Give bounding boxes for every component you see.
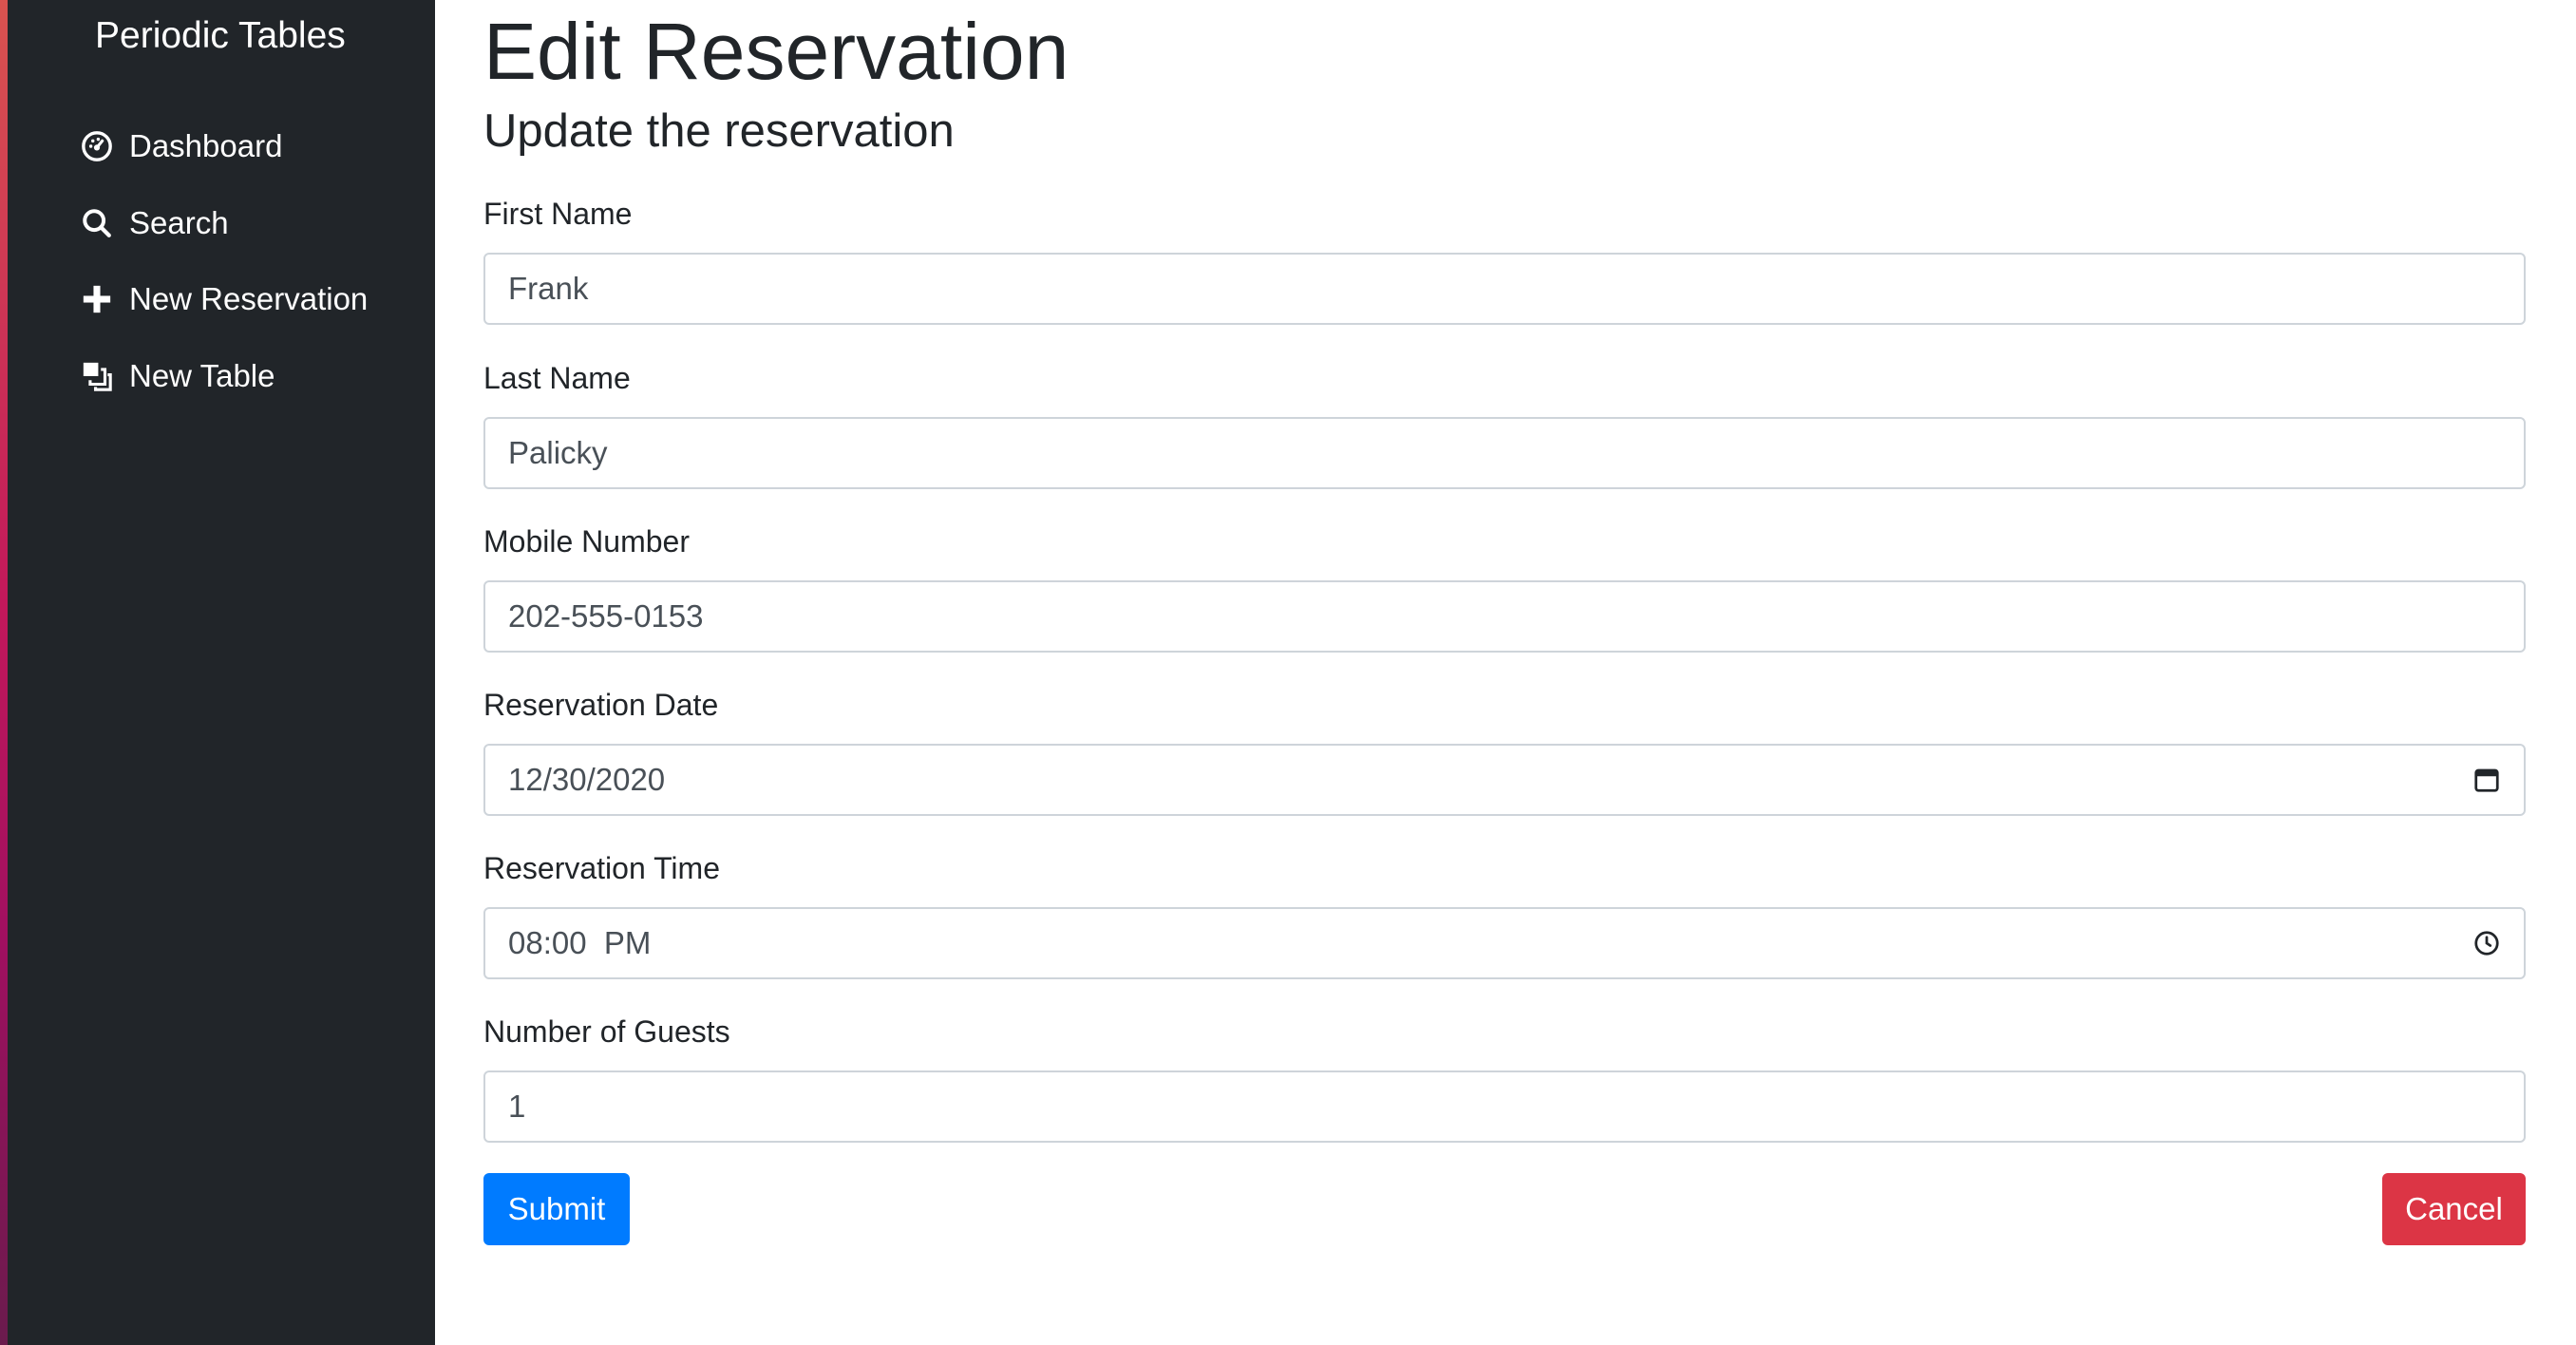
layers-icon xyxy=(80,359,114,393)
plus-icon xyxy=(80,282,114,316)
sidebar-item-label: New Reservation xyxy=(129,281,369,316)
sidebar: Periodic Tables Dashboard Search New Res… xyxy=(0,0,435,1345)
last-name-value: Palicky xyxy=(508,435,608,470)
sidebar-item-new-table[interactable]: New Table xyxy=(80,348,275,405)
reservation-time-label: Reservation Time xyxy=(483,851,720,885)
calendar-icon[interactable] xyxy=(2472,766,2501,794)
mobile-number-value: 202-555-0153 xyxy=(508,598,704,634)
cancel-button[interactable]: Cancel xyxy=(2382,1173,2526,1245)
sidebar-edge-accent xyxy=(0,0,8,1345)
sidebar-item-label: New Table xyxy=(129,358,275,393)
last-name-label: Last Name xyxy=(483,361,631,395)
reservation-date-value: 12/30/2020 xyxy=(508,762,666,797)
people-label: Number of Guests xyxy=(483,1014,730,1049)
people-value: 1 xyxy=(508,1089,526,1124)
sidebar-item-dashboard[interactable]: Dashboard xyxy=(80,118,282,175)
sidebar-item-search[interactable]: Search xyxy=(80,195,229,252)
sidebar-item-new-reservation[interactable]: New Reservation xyxy=(80,271,368,328)
brand-title[interactable]: Periodic Tables xyxy=(95,15,346,57)
sidebar-item-label: Search xyxy=(129,205,229,240)
mobile-number-label: Mobile Number xyxy=(483,524,690,559)
reservation-date-input[interactable]: 12/30/2020 xyxy=(483,744,2526,816)
mobile-number-input[interactable]: 202-555-0153 xyxy=(483,580,2526,653)
clock-icon[interactable] xyxy=(2472,929,2501,957)
last-name-input[interactable]: Palicky xyxy=(483,417,2526,489)
first-name-input[interactable]: Frank xyxy=(483,253,2526,325)
reservation-time-input[interactable]: 08:00 PM xyxy=(483,907,2526,979)
page-subtitle: Update the reservation xyxy=(483,105,955,157)
first-name-label: First Name xyxy=(483,197,633,231)
sidebar-item-label: Dashboard xyxy=(129,128,283,163)
first-name-value: Frank xyxy=(508,271,589,306)
people-input[interactable]: 1 xyxy=(483,1070,2526,1143)
reservation-date-label: Reservation Date xyxy=(483,688,719,722)
page-title: Edit Reservation xyxy=(483,7,1070,96)
search-icon xyxy=(80,206,114,240)
app-root: Periodic Tables Dashboard Search New Res… xyxy=(0,0,2576,1345)
submit-button[interactable]: Submit xyxy=(483,1173,630,1245)
dashboard-icon xyxy=(80,129,114,163)
reservation-time-value: 08:00 PM xyxy=(508,925,652,960)
